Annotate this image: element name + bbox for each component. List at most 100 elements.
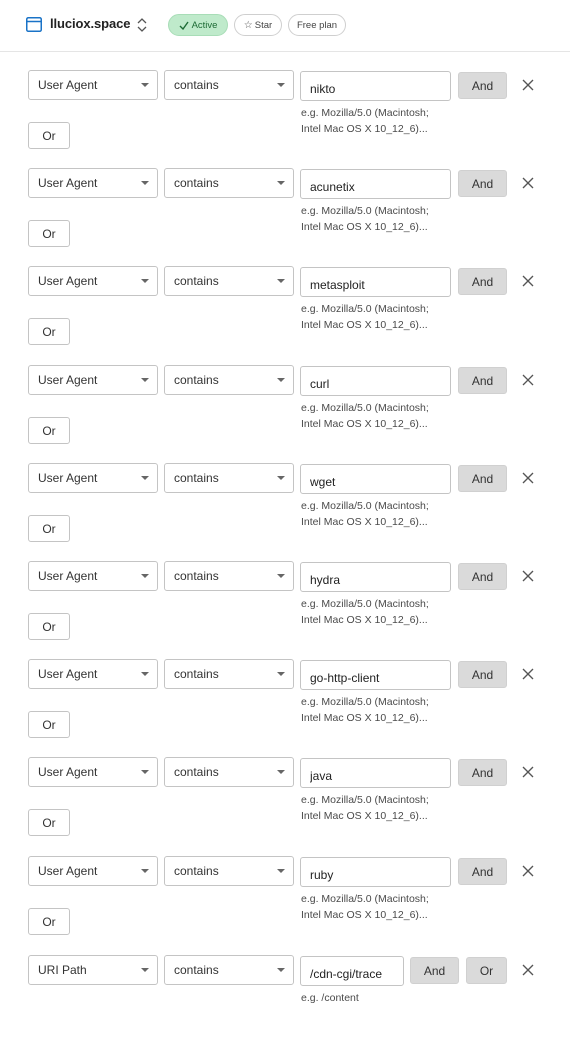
chevron-down-icon [277, 181, 285, 185]
rule-row: User Agent contains And e.g. Mozilla/5.0 (M… [0, 659, 570, 757]
or-button[interactable]: Or [28, 711, 70, 738]
value-input[interactable] [300, 562, 451, 592]
operator-select[interactable]: contains [164, 757, 294, 787]
close-icon[interactable] [519, 174, 537, 192]
star-button[interactable]: ☆ Star [234, 14, 282, 36]
and-button[interactable]: And [458, 759, 507, 786]
field-select[interactable]: User Agent [28, 266, 158, 296]
value-hint: e.g. Mozilla/5.0 (Macintosh; Intel Mac OS… [301, 400, 461, 432]
operator-select[interactable]: contains [164, 168, 294, 198]
operator-select[interactable]: contains [164, 561, 294, 591]
rule-row: User Agent contains And e.g. Mozilla/5.0 (M… [0, 856, 570, 954]
or-button[interactable]: Or [28, 613, 70, 640]
close-icon[interactable] [519, 272, 537, 290]
and-button[interactable]: And [410, 957, 459, 984]
chevron-down-icon [277, 574, 285, 578]
or-button[interactable]: Or [28, 318, 70, 345]
plan-badge: Free plan [288, 14, 346, 36]
or-button[interactable]: Or [28, 515, 70, 542]
value-hint: e.g. Mozilla/5.0 (Macintosh; Intel Mac OS… [301, 498, 461, 530]
field-select[interactable]: User Agent [28, 659, 158, 689]
or-button[interactable]: Or [28, 220, 70, 247]
and-button[interactable]: And [458, 661, 507, 688]
field-select-value: User Agent [38, 176, 98, 190]
or-button[interactable]: Or [28, 417, 70, 444]
browser-window-icon [26, 17, 42, 32]
value-input[interactable] [300, 758, 451, 788]
chevron-down-icon [141, 672, 149, 676]
chevron-down-icon [141, 378, 149, 382]
value-input[interactable] [300, 169, 451, 199]
field-select-value: User Agent [38, 373, 98, 387]
value-hint: e.g. Mozilla/5.0 (Macintosh; Intel Mac OS… [301, 105, 461, 137]
and-button[interactable]: And [458, 268, 507, 295]
value-input[interactable] [300, 956, 404, 986]
field-select[interactable]: User Agent [28, 365, 158, 395]
or-button[interactable]: Or [28, 908, 70, 935]
close-icon[interactable] [519, 665, 537, 683]
operator-select-value: contains [174, 569, 219, 583]
value-input[interactable] [300, 660, 451, 690]
and-button[interactable]: And [458, 465, 507, 492]
operator-select-value: contains [174, 864, 219, 878]
rule-row: User Agent contains And e.g. Mozilla/5.0 (M… [0, 70, 570, 168]
value-input[interactable] [300, 464, 451, 494]
value-hint: e.g. Mozilla/5.0 (Macintosh; Intel Mac OS… [301, 203, 461, 235]
rule-row: User Agent contains And e.g. Mozilla/5.0 (M… [0, 365, 570, 463]
close-icon[interactable] [519, 469, 537, 487]
field-select[interactable]: User Agent [28, 168, 158, 198]
field-select-value: URI Path [38, 963, 87, 977]
chevron-up-down-icon[interactable] [136, 16, 148, 34]
operator-select[interactable]: contains [164, 266, 294, 296]
close-icon[interactable] [519, 371, 537, 389]
value-hint-line: Intel Mac OS X 10_12_6)... [301, 712, 428, 724]
chevron-down-icon [141, 770, 149, 774]
close-icon[interactable] [519, 567, 537, 585]
value-hint-line: Intel Mac OS X 10_12_6)... [301, 810, 428, 822]
field-select-value: User Agent [38, 78, 98, 92]
operator-select[interactable]: contains [164, 463, 294, 493]
and-button[interactable]: And [458, 367, 507, 394]
field-select[interactable]: User Agent [28, 463, 158, 493]
close-icon[interactable] [519, 76, 537, 94]
rule-row: User Agent contains And e.g. Mozilla/5.0 (M… [0, 463, 570, 561]
value-hint-line: e.g. Mozilla/5.0 (Macintosh; [301, 303, 429, 315]
field-select[interactable]: User Agent [28, 757, 158, 787]
value-input[interactable] [300, 857, 451, 887]
operator-select[interactable]: contains [164, 70, 294, 100]
operator-select[interactable]: contains [164, 955, 294, 985]
close-icon[interactable] [519, 961, 537, 979]
and-button[interactable]: And [458, 170, 507, 197]
or-button[interactable]: Or [466, 957, 507, 984]
and-button[interactable]: And [458, 72, 507, 99]
operator-select[interactable]: contains [164, 659, 294, 689]
field-select-value: User Agent [38, 471, 98, 485]
and-button[interactable]: And [458, 858, 507, 885]
field-select-value: User Agent [38, 667, 98, 681]
and-button[interactable]: And [458, 563, 507, 590]
field-select-value: User Agent [38, 569, 98, 583]
or-button[interactable]: Or [28, 809, 70, 836]
chevron-down-icon [141, 181, 149, 185]
value-hint-line: e.g. Mozilla/5.0 (Macintosh; [301, 500, 429, 512]
field-select[interactable]: User Agent [28, 70, 158, 100]
page-header: lluciox.space Active ☆ Star Free plan [0, 0, 570, 52]
operator-select[interactable]: contains [164, 856, 294, 886]
rule-row: User Agent contains And e.g. Mozilla/5.0 (M… [0, 757, 570, 855]
close-icon[interactable] [519, 862, 537, 880]
field-select[interactable]: User Agent [28, 856, 158, 886]
close-icon[interactable] [519, 763, 537, 781]
field-select[interactable]: URI Path [28, 955, 158, 985]
status-badge: Active [168, 14, 228, 36]
value-hint-line: Intel Mac OS X 10_12_6)... [301, 418, 428, 430]
value-input[interactable] [300, 366, 451, 396]
value-hint-line: e.g. Mozilla/5.0 (Macintosh; [301, 893, 429, 905]
chevron-down-icon [141, 574, 149, 578]
operator-select[interactable]: contains [164, 365, 294, 395]
value-hint-line: e.g. Mozilla/5.0 (Macintosh; [301, 402, 429, 414]
or-button[interactable]: Or [28, 122, 70, 149]
value-input[interactable] [300, 267, 451, 297]
chevron-down-icon [141, 869, 149, 873]
field-select[interactable]: User Agent [28, 561, 158, 591]
value-input[interactable] [300, 71, 451, 101]
